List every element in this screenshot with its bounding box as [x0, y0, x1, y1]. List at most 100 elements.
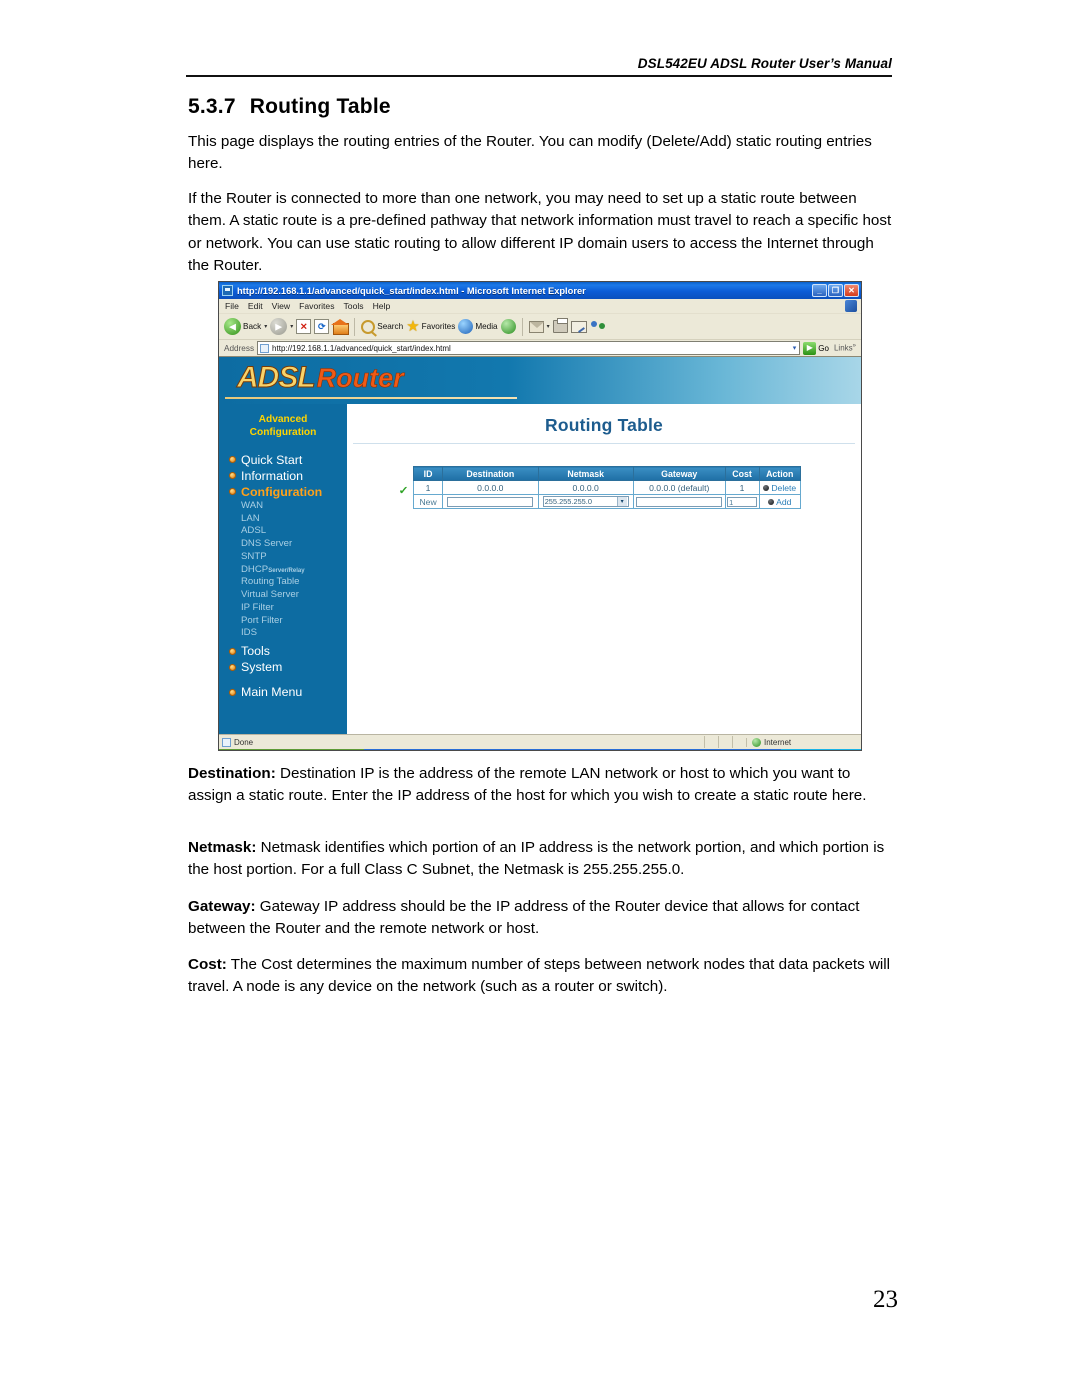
- media-button-label: Media: [475, 322, 498, 331]
- sidebar-item-configuration[interactable]: Configuration: [219, 484, 347, 500]
- back-button[interactable]: ◀ Back ▾: [224, 318, 267, 335]
- mail-caret-icon[interactable]: ▾: [547, 323, 550, 330]
- logo-router-text: Router: [316, 363, 404, 393]
- netmask-select[interactable]: 255.255.255.0 ▾: [542, 496, 629, 508]
- sidebar-subitem-ip-filter[interactable]: IP Filter: [219, 602, 347, 615]
- edit-icon[interactable]: [570, 320, 587, 333]
- menu-item-edit[interactable]: Edit: [248, 301, 263, 311]
- cell-id: 1: [412, 480, 444, 495]
- router-sidebar: Advanced Configuration Quick Start Infor…: [219, 404, 347, 734]
- cell-gateway: 0.0.0.0 (default): [632, 480, 726, 495]
- section-title: Routing Table: [249, 95, 391, 118]
- cell-netmask: 0.0.0.0: [537, 480, 634, 495]
- destination-input[interactable]: [447, 496, 534, 507]
- bullet-icon: [229, 688, 236, 696]
- menu-item-file[interactable]: File: [225, 301, 239, 311]
- chevron-down-icon[interactable]: ▾: [793, 344, 798, 352]
- maximize-button[interactable]: ❐: [828, 284, 843, 297]
- sidebar-subitem-routing-table[interactable]: Routing Table: [219, 576, 347, 589]
- print-icon[interactable]: [552, 318, 568, 333]
- go-arrow-icon: ▶: [803, 341, 817, 355]
- history-button[interactable]: [500, 319, 516, 334]
- manual-page: DSL542EU ADSL Router User’s Manual 5.3.7…: [0, 0, 1080, 1397]
- delete-route-button[interactable]: Delete: [761, 483, 799, 493]
- sidebar-subitem-lan[interactable]: LAN: [219, 513, 347, 526]
- links-button[interactable]: Links»: [832, 343, 858, 353]
- minimize-button[interactable]: _: [812, 284, 827, 297]
- sidebar-item-information[interactable]: Information: [219, 468, 347, 484]
- browser-window-screenshot: http://192.168.1.1/advanced/quick_start/…: [218, 281, 862, 751]
- definition-destination: Destination: Destination IP is the addre…: [188, 763, 894, 808]
- security-zone[interactable]: Internet: [746, 737, 858, 747]
- column-header-destination: Destination: [442, 466, 539, 481]
- stop-glyph: ✕: [299, 321, 308, 331]
- taskbar-middle: [364, 749, 781, 750]
- definition-text-netmask: Netmask identifies which portion of an I…: [188, 839, 885, 879]
- sidebar-item-system[interactable]: System: [219, 659, 347, 675]
- intro-paragraph-1: This page displays the routing entries o…: [188, 133, 872, 173]
- logo-adsl-text: ADSL: [237, 361, 317, 394]
- table-row: 1 0.0.0.0 0.0.0.0 0.0.0.0 (default) 1 De…: [412, 480, 802, 495]
- address-input[interactable]: http://192.168.1.1/advanced/quick_start/…: [257, 341, 801, 355]
- cell-new-netmask: 255.255.255.0 ▾: [537, 493, 634, 510]
- sidebar-subitem-ids[interactable]: IDS: [219, 627, 347, 640]
- menu-item-help[interactable]: Help: [373, 301, 391, 311]
- back-caret-icon[interactable]: ▾: [264, 323, 267, 330]
- mail-button[interactable]: ▾: [528, 320, 550, 333]
- sidebar-subitem-wan[interactable]: WAN: [219, 500, 347, 513]
- sidebar-subitem-port-filter[interactable]: Port Filter: [219, 615, 347, 628]
- definition-term-destination: Destination:: [188, 765, 276, 782]
- router-banner: ADSLRouter: [219, 357, 861, 404]
- row-selected-check-icon: ✓: [398, 485, 409, 497]
- add-route-button[interactable]: Add: [761, 497, 799, 507]
- forward-caret-icon[interactable]: ▾: [290, 323, 293, 330]
- forward-button[interactable]: ▶ ▾: [270, 318, 293, 335]
- cost-input[interactable]: 1: [727, 496, 758, 507]
- sidebar-subitem-dns-server[interactable]: DNS Server: [219, 538, 347, 551]
- star-icon: ★: [406, 318, 420, 335]
- sidebar-subitem-virtual-server[interactable]: Virtual Server: [219, 589, 347, 602]
- gateway-input[interactable]: [636, 496, 723, 507]
- sidebar-subitem-sntp[interactable]: SNTP: [219, 551, 347, 564]
- sidebar-item-quick-start[interactable]: Quick Start: [219, 452, 347, 468]
- column-header-action: Action: [758, 466, 802, 481]
- links-chevron-icon: »: [852, 343, 856, 350]
- stop-icon[interactable]: ✕: [296, 319, 312, 334]
- table-header-row: ID Destination Netmask Gateway Cost Acti…: [412, 466, 802, 481]
- security-zone-label: Internet: [764, 737, 792, 747]
- back-arrow-icon: ◀: [224, 318, 241, 335]
- history-clock-icon: [500, 319, 516, 334]
- taskbar-tray: [781, 749, 861, 750]
- sidebar-item-label: System: [241, 660, 283, 675]
- chevron-down-icon[interactable]: ▾: [616, 497, 627, 507]
- bullet-icon: [229, 647, 236, 655]
- sidebar-subitem-dhcp-sup: Server/Relay: [268, 567, 305, 574]
- menu-item-favorites[interactable]: Favorites: [299, 301, 334, 311]
- refresh-icon[interactable]: ⟳: [314, 319, 330, 334]
- menu-item-tools[interactable]: Tools: [344, 301, 364, 311]
- media-button[interactable]: Media: [458, 319, 498, 334]
- messenger-icon[interactable]: [590, 320, 606, 333]
- search-icon: [361, 319, 376, 334]
- favorites-button[interactable]: ★ Favorites: [406, 319, 455, 334]
- status-cell-1: [704, 736, 718, 748]
- sidebar-subitem-adsl[interactable]: ADSL: [219, 525, 347, 538]
- sidebar-item-main-menu[interactable]: Main Menu: [219, 684, 347, 700]
- sidebar-item-label: Configuration: [241, 484, 323, 499]
- adsl-router-logo: ADSLRouter: [237, 361, 404, 394]
- taskbar-strip: [219, 749, 861, 750]
- page-number: 23: [873, 1286, 898, 1313]
- section-number: 5.3.7: [188, 95, 236, 118]
- address-value: http://192.168.1.1/advanced/quick_start/…: [272, 343, 451, 353]
- close-button[interactable]: ✕: [844, 284, 859, 297]
- go-button[interactable]: ▶ Go: [803, 341, 829, 355]
- table-row-new: New 255.255.255.0 ▾ 1 Add: [412, 493, 802, 510]
- routing-table: ID Destination Netmask Gateway Cost Acti…: [412, 466, 802, 510]
- page-title: 5.3.7 Routing Table: [188, 95, 391, 119]
- page-icon: [260, 343, 270, 353]
- home-icon[interactable]: [331, 319, 350, 335]
- search-button[interactable]: Search: [361, 319, 403, 334]
- menu-item-view[interactable]: View: [272, 301, 290, 311]
- sidebar-item-tools[interactable]: Tools: [219, 643, 347, 659]
- sidebar-subitem-dhcp[interactable]: DHCPServer/Relay: [219, 564, 347, 577]
